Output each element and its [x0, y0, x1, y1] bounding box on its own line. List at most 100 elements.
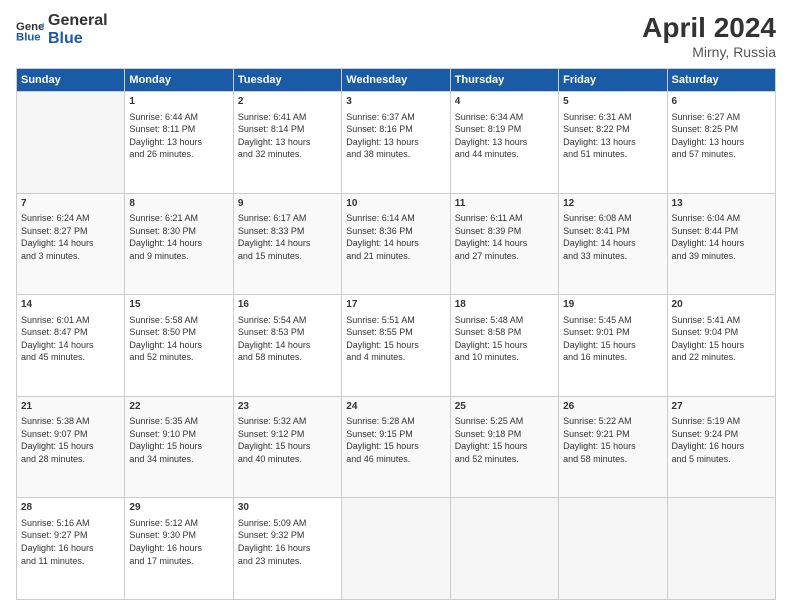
day-number: 3	[346, 95, 445, 109]
header: General Blue General Blue April 2024 Mir…	[16, 12, 776, 60]
day-info: Sunrise: 6:11 AMSunset: 8:39 PMDaylight:…	[455, 212, 554, 262]
day-info: Sunrise: 6:17 AMSunset: 8:33 PMDaylight:…	[238, 212, 337, 262]
day-info: Sunrise: 6:04 AMSunset: 8:44 PMDaylight:…	[672, 212, 771, 262]
day-info: Sunrise: 5:48 AMSunset: 8:58 PMDaylight:…	[455, 314, 554, 364]
day-info: Sunrise: 5:32 AMSunset: 9:12 PMDaylight:…	[238, 415, 337, 465]
day-number: 17	[346, 298, 445, 312]
day-number: 21	[21, 400, 120, 414]
calendar-cell: 3 Sunrise: 6:37 AMSunset: 8:16 PMDaylight…	[342, 92, 450, 194]
day-info: Sunrise: 5:22 AMSunset: 9:21 PMDaylight:…	[563, 415, 662, 465]
day-number: 28	[21, 501, 120, 515]
logo-general: General	[48, 12, 108, 30]
calendar-cell: 12Sunrise: 6:08 AMSunset: 8:41 PMDayligh…	[559, 193, 667, 295]
calendar-cell: 10Sunrise: 6:14 AMSunset: 8:36 PMDayligh…	[342, 193, 450, 295]
calendar-cell: 28 Sunrise: 5:16 AMSunset: 9:27 PMDayligh…	[17, 498, 125, 600]
day-info: Sunrise: 5:35 AMSunset: 9:10 PMDaylight:…	[129, 415, 228, 465]
day-number: 22	[129, 400, 228, 414]
col-header-tuesday: Tuesday	[233, 69, 341, 92]
day-info: Sunrise: 6:21 AMSunset: 8:30 PMDaylight:…	[129, 212, 228, 262]
day-info: Sunrise: 5:51 AMSunset: 8:55 PMDaylight:…	[346, 314, 445, 364]
day-number: 12	[563, 197, 662, 211]
day-number: 24	[346, 400, 445, 414]
calendar-cell: 16Sunrise: 5:54 AMSunset: 8:53 PMDayligh…	[233, 295, 341, 397]
calendar-cell: 2Sunrise: 6:41 AMSunset: 8:14 PMDaylight…	[233, 92, 341, 194]
day-number: 7	[21, 197, 120, 211]
day-info: Sunrise: 6:24 AMSunset: 8:27 PMDaylight:…	[21, 212, 120, 262]
svg-text:Blue: Blue	[16, 32, 41, 44]
day-number: 5	[563, 95, 662, 109]
day-info: Sunrise: 5:58 AMSunset: 8:50 PMDaylight:…	[129, 314, 228, 364]
page: General Blue General Blue April 2024 Mir…	[0, 0, 792, 612]
day-info: Sunrise: 5:19 AMSunset: 9:24 PMDaylight:…	[672, 415, 771, 465]
col-header-monday: Monday	[125, 69, 233, 92]
calendar-cell: 24Sunrise: 5:28 AMSunset: 9:15 PMDayligh…	[342, 396, 450, 498]
calendar-table: SundayMondayTuesdayWednesdayThursdayFrid…	[16, 68, 776, 600]
logo-blue: Blue	[48, 30, 108, 48]
calendar-cell: 23Sunrise: 5:32 AMSunset: 9:12 PMDayligh…	[233, 396, 341, 498]
day-info: Sunrise: 6:08 AMSunset: 8:41 PMDaylight:…	[563, 212, 662, 262]
day-number: 20	[672, 298, 771, 312]
calendar-cell: 19Sunrise: 5:45 AMSunset: 9:01 PMDayligh…	[559, 295, 667, 397]
day-info: Sunrise: 6:34 AMSunset: 8:19 PMDaylight:…	[455, 111, 554, 161]
day-info: Sunrise: 5:12 AMSunset: 9:30 PMDaylight:…	[129, 517, 228, 567]
page-subtitle: Mirny, Russia	[642, 44, 776, 60]
day-number: 29	[129, 501, 228, 515]
logo: General Blue General Blue	[16, 12, 108, 49]
day-number: 15	[129, 298, 228, 312]
day-number: 25	[455, 400, 554, 414]
day-info: Sunrise: 5:09 AMSunset: 9:32 PMDaylight:…	[238, 517, 337, 567]
day-info: Sunrise: 6:27 AMSunset: 8:25 PMDaylight:…	[672, 111, 771, 161]
day-info: Sunrise: 5:16 AMSunset: 9:27 PMDaylight:…	[21, 517, 120, 567]
calendar-cell: 7Sunrise: 6:24 AMSunset: 8:27 PMDaylight…	[17, 193, 125, 295]
day-number: 23	[238, 400, 337, 414]
day-info: Sunrise: 5:28 AMSunset: 9:15 PMDaylight:…	[346, 415, 445, 465]
calendar-cell: 1 Sunrise: 6:44 AMSunset: 8:11 PMDaylight…	[125, 92, 233, 194]
calendar-cell	[559, 498, 667, 600]
calendar-cell: 5Sunrise: 6:31 AMSunset: 8:22 PMDaylight…	[559, 92, 667, 194]
day-number: 18	[455, 298, 554, 312]
calendar-cell	[342, 498, 450, 600]
calendar-cell: 14 Sunrise: 6:01 AMSunset: 8:47 PMDayligh…	[17, 295, 125, 397]
day-number: 26	[563, 400, 662, 414]
calendar-cell: 26Sunrise: 5:22 AMSunset: 9:21 PMDayligh…	[559, 396, 667, 498]
day-number: 8	[129, 197, 228, 211]
calendar-cell: 8Sunrise: 6:21 AMSunset: 8:30 PMDaylight…	[125, 193, 233, 295]
page-title: April 2024	[642, 12, 776, 44]
week-row-2: 7Sunrise: 6:24 AMSunset: 8:27 PMDaylight…	[17, 193, 776, 295]
title-area: April 2024 Mirny, Russia	[642, 12, 776, 60]
col-header-friday: Friday	[559, 69, 667, 92]
day-info: Sunrise: 5:54 AMSunset: 8:53 PMDaylight:…	[238, 314, 337, 364]
day-info: Sunrise: 5:38 AMSunset: 9:07 PMDaylight:…	[21, 415, 120, 465]
calendar-cell: 20 Sunrise: 5:41 AMSunset: 9:04 PMDayligh…	[667, 295, 775, 397]
calendar-cell: 17 Sunrise: 5:51 AMSunset: 8:55 PMDayligh…	[342, 295, 450, 397]
day-number: 1	[129, 95, 228, 109]
calendar-cell: 25Sunrise: 5:25 AMSunset: 9:18 PMDayligh…	[450, 396, 558, 498]
week-row-5: 28 Sunrise: 5:16 AMSunset: 9:27 PMDayligh…	[17, 498, 776, 600]
calendar-cell	[17, 92, 125, 194]
week-row-1: 1 Sunrise: 6:44 AMSunset: 8:11 PMDaylight…	[17, 92, 776, 194]
calendar-cell: 11Sunrise: 6:11 AMSunset: 8:39 PMDayligh…	[450, 193, 558, 295]
day-info: Sunrise: 6:01 AMSunset: 8:47 PMDaylight:…	[21, 314, 120, 364]
day-number: 13	[672, 197, 771, 211]
calendar-cell: 22Sunrise: 5:35 AMSunset: 9:10 PMDayligh…	[125, 396, 233, 498]
day-info: Sunrise: 6:44 AMSunset: 8:11 PMDaylight:…	[129, 111, 228, 161]
calendar-cell: 9Sunrise: 6:17 AMSunset: 8:33 PMDaylight…	[233, 193, 341, 295]
calendar-cell: 18 Sunrise: 5:48 AMSunset: 8:58 PMDayligh…	[450, 295, 558, 397]
calendar-cell	[450, 498, 558, 600]
day-number: 11	[455, 197, 554, 211]
day-number: 30	[238, 501, 337, 515]
day-info: Sunrise: 6:14 AMSunset: 8:36 PMDaylight:…	[346, 212, 445, 262]
day-info: Sunrise: 5:41 AMSunset: 9:04 PMDaylight:…	[672, 314, 771, 364]
day-number: 2	[238, 95, 337, 109]
calendar-cell: 27Sunrise: 5:19 AMSunset: 9:24 PMDayligh…	[667, 396, 775, 498]
col-header-sunday: Sunday	[17, 69, 125, 92]
calendar-cell: 13Sunrise: 6:04 AMSunset: 8:44 PMDayligh…	[667, 193, 775, 295]
day-info: Sunrise: 6:37 AMSunset: 8:16 PMDaylight:…	[346, 111, 445, 161]
calendar-cell: 30 Sunrise: 5:09 AMSunset: 9:32 PMDayligh…	[233, 498, 341, 600]
logo-icon: General Blue	[16, 16, 44, 44]
day-number: 14	[21, 298, 120, 312]
week-row-4: 21Sunrise: 5:38 AMSunset: 9:07 PMDayligh…	[17, 396, 776, 498]
col-header-saturday: Saturday	[667, 69, 775, 92]
day-info: Sunrise: 5:25 AMSunset: 9:18 PMDaylight:…	[455, 415, 554, 465]
day-number: 9	[238, 197, 337, 211]
